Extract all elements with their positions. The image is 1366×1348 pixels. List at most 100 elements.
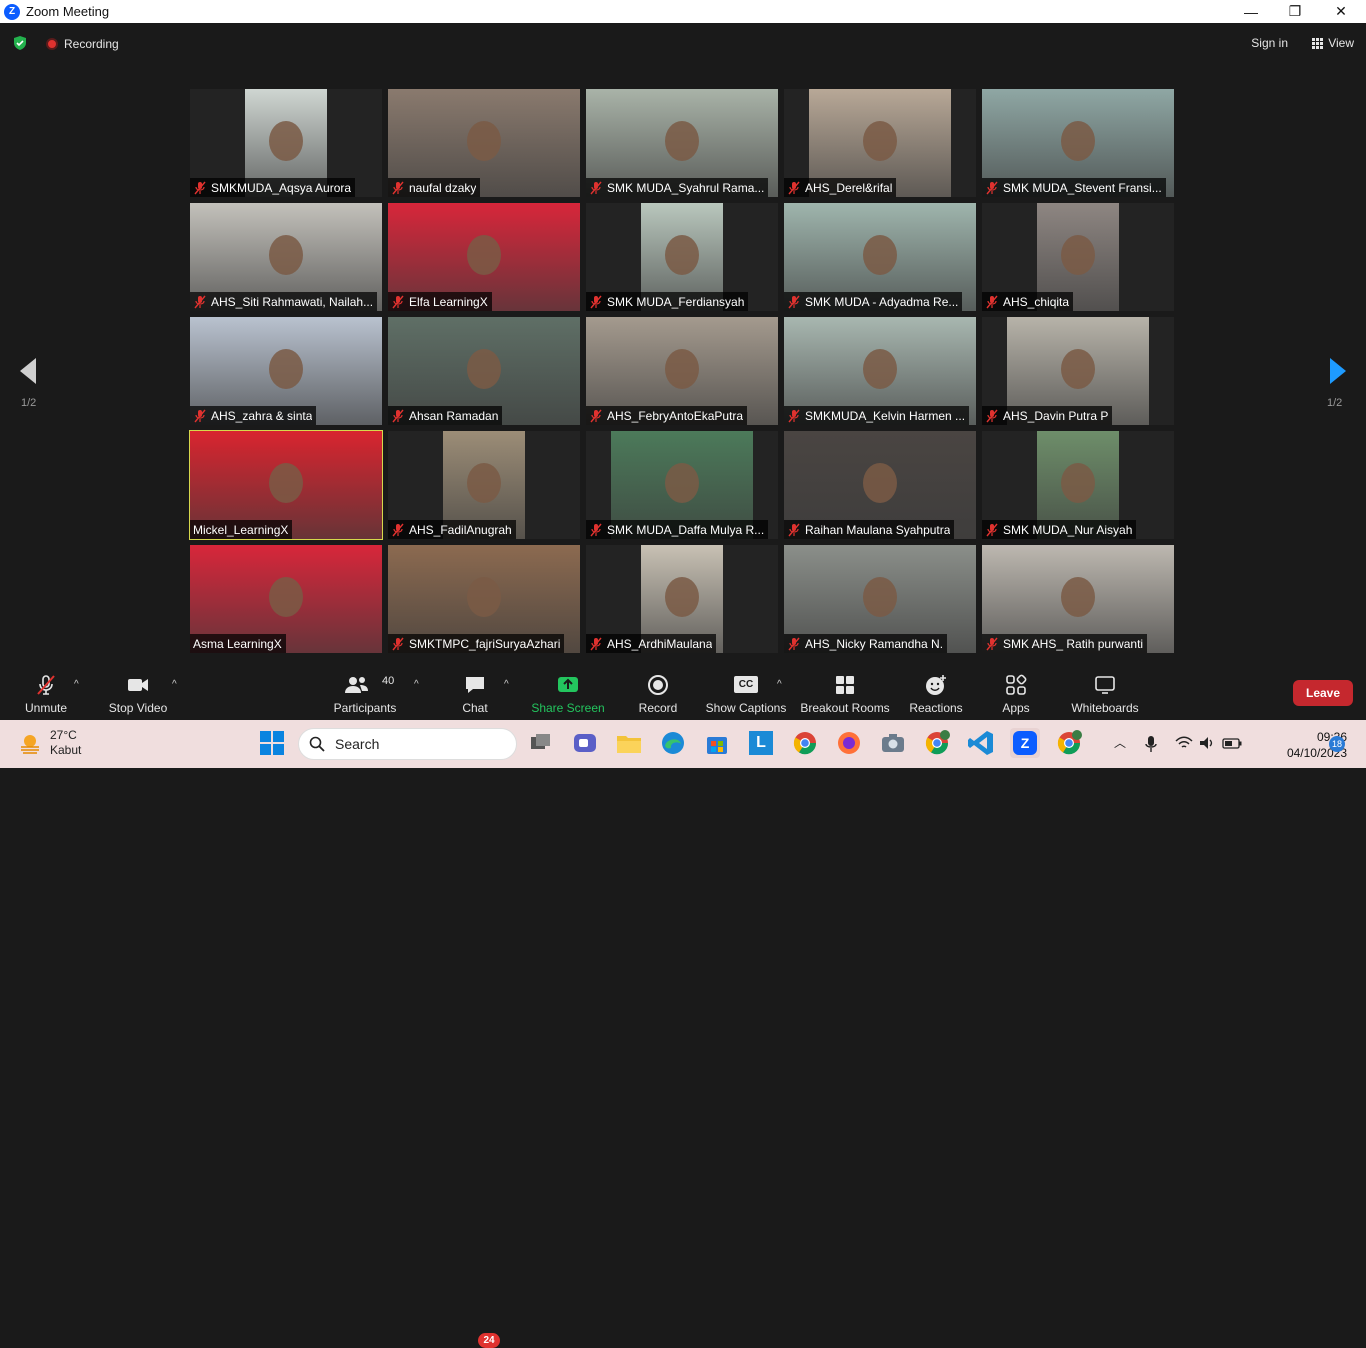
minimize-button[interactable]: — <box>1228 0 1274 23</box>
tray-overflow-chevron-icon[interactable]: ︿ <box>1114 734 1126 751</box>
record-button[interactable]: Record <box>636 665 680 720</box>
restore-button[interactable]: ❐ <box>1272 0 1318 23</box>
participant-silhouette <box>467 463 501 504</box>
breakout-rooms-button[interactable]: Breakout Rooms <box>800 665 890 720</box>
participant-video-tile[interactable]: SMK MUDA - Adyadma Re... <box>784 203 976 311</box>
chrome-browser-icon[interactable] <box>790 728 820 758</box>
microsoft-store-icon[interactable] <box>702 728 732 758</box>
meeting-toolbar: Unmute ^ Stop Video ^ 40 Participants ^ … <box>0 665 1366 1348</box>
participant-video-tile[interactable]: AHS_Derel&rifal <box>784 89 976 197</box>
stop-video-button[interactable]: Stop Video <box>106 665 170 720</box>
participant-name: AHS_Siti Rahmawati, Nailah... <box>211 294 374 309</box>
muted-microphone-icon <box>392 523 404 536</box>
muted-microphone-icon <box>986 181 998 194</box>
participants-options-caret[interactable]: ^ <box>414 679 419 690</box>
participant-name: Mickel_LearningX <box>193 522 289 537</box>
participant-silhouette <box>269 121 303 162</box>
participant-video-tile[interactable]: Mickel_LearningX <box>189 430 383 540</box>
learning-app-icon[interactable]: L <box>746 728 776 758</box>
participant-video-tile[interactable]: SMK MUDA_Daffa Mulya R... <box>586 431 778 539</box>
leave-button[interactable]: Leave <box>1293 680 1353 706</box>
show-captions-button[interactable]: CC Show Captions <box>704 665 788 720</box>
participant-video-tile[interactable]: AHS_chiqita <box>982 203 1174 311</box>
chat-options-caret[interactable]: ^ <box>504 679 509 690</box>
microphone-tray-icon[interactable] <box>1144 735 1158 753</box>
muted-microphone-icon <box>986 295 998 308</box>
participant-name: AHS_Derel&rifal <box>805 180 893 195</box>
close-button[interactable]: ✕ <box>1318 0 1364 23</box>
share-screen-button[interactable]: Share Screen <box>531 665 605 720</box>
participant-video-tile[interactable]: Raihan Maulana Syahputra <box>784 431 976 539</box>
participant-video-tile[interactable]: AHS_Davin Putra P <box>982 317 1174 425</box>
task-view-icon[interactable] <box>526 728 556 758</box>
participant-silhouette <box>1061 235 1095 276</box>
chrome-second-profile-icon[interactable] <box>1054 728 1084 758</box>
participant-name-bar: SMK MUDA_Nur Aisyah <box>982 520 1137 539</box>
video-camera-icon <box>128 679 148 691</box>
participant-video-tile[interactable]: AHS_ArdhiMaulana <box>586 545 778 653</box>
participant-video-tile[interactable]: SMK MUDA_Stevent Fransi... <box>982 89 1174 197</box>
participant-video-tile[interactable]: SMK MUDA_Nur Aisyah <box>982 431 1174 539</box>
search-placeholder: Search <box>335 736 380 752</box>
captions-options-caret[interactable]: ^ <box>777 679 782 690</box>
sign-in-button[interactable]: Sign in <box>1251 36 1288 50</box>
participant-video-tile[interactable]: naufal dzaky <box>388 89 580 197</box>
file-explorer-icon[interactable] <box>614 728 644 758</box>
participant-video-tile[interactable]: Elfa LearningX <box>388 203 580 311</box>
vscode-icon[interactable] <box>966 728 996 758</box>
video-call-app-icon[interactable] <box>570 728 600 758</box>
participant-name: AHS_chiqita <box>1003 294 1070 309</box>
video-options-caret[interactable]: ^ <box>172 679 177 690</box>
participant-name-bar: SMK MUDA_Ferdiansyah <box>586 292 749 311</box>
participant-name-bar: AHS_Siti Rahmawati, Nailah... <box>190 292 378 311</box>
participant-video-tile[interactable]: SMKMUDA_Kelvin Harmen ... <box>784 317 976 425</box>
participant-video-tile[interactable]: AHS_zahra & sinta <box>190 317 382 425</box>
wifi-icon[interactable] <box>1175 736 1193 750</box>
unmute-button[interactable]: Unmute <box>20 665 72 720</box>
recording-indicator[interactable]: Recording <box>46 37 119 51</box>
participants-button[interactable]: 40 Participants <box>332 665 398 720</box>
reactions-button[interactable]: Reactions <box>908 665 964 720</box>
participant-video-tile[interactable]: SMK AHS_ Ratih purwanti <box>982 545 1174 653</box>
participant-video-tile[interactable]: AHS_Siti Rahmawati, Nailah... <box>190 203 382 311</box>
video-gallery: SMKMUDA_Aqsya Aurora naufal dzaky SMK MUDA… <box>189 89 1176 653</box>
taskbar-search-box[interactable]: Search <box>298 728 517 760</box>
chat-unread-badge: 24 <box>478 1333 500 1348</box>
participant-silhouette <box>665 577 699 618</box>
chrome-profile-icon[interactable] <box>922 728 952 758</box>
notification-count-badge[interactable]: 18 <box>1329 736 1345 752</box>
camera-app-icon[interactable] <box>878 728 908 758</box>
audio-options-caret[interactable]: ^ <box>74 679 79 690</box>
participant-video-tile[interactable]: AHS_FebryAntoEkaPutra <box>586 317 778 425</box>
participant-name-bar: SMK MUDA - Adyadma Re... <box>784 292 963 311</box>
chat-button[interactable]: Chat <box>456 665 494 720</box>
participant-video-tile[interactable]: Ahsan Ramadan <box>388 317 580 425</box>
next-page-arrow-icon[interactable] <box>1328 356 1348 386</box>
participant-name-bar: SMK MUDA_Syahrul Rama... <box>586 178 769 197</box>
participant-video-tile[interactable]: SMKMUDA_Aqsya Aurora <box>190 89 382 197</box>
weather-widget[interactable]: 27°C Kabut <box>18 728 81 758</box>
edge-browser-icon[interactable] <box>658 728 688 758</box>
view-button[interactable]: View <box>1312 36 1354 50</box>
apps-button[interactable]: Apps <box>998 665 1034 720</box>
security-shield-icon[interactable] <box>12 35 28 51</box>
participant-name-bar: SMK MUDA_Daffa Mulya R... <box>586 520 769 539</box>
participant-video-tile[interactable]: SMK MUDA_Syahrul Rama... <box>586 89 778 197</box>
windows-start-icon[interactable] <box>257 728 287 758</box>
battery-icon[interactable] <box>1222 738 1242 749</box>
participant-video-tile[interactable]: SMKTMPC_fajriSuryaAzhari <box>388 545 580 653</box>
participant-video-tile[interactable]: SMK MUDA_Ferdiansyah <box>586 203 778 311</box>
previous-page-arrow-icon[interactable] <box>18 356 38 386</box>
participant-video-tile[interactable]: AHS_Nicky Ramandha N. <box>784 545 976 653</box>
participant-video-tile[interactable]: Asma LearningX <box>190 545 382 653</box>
volume-icon[interactable] <box>1199 736 1215 750</box>
participant-name: SMK MUDA_Stevent Fransi... <box>1003 180 1162 195</box>
firefox-browser-icon[interactable] <box>834 728 864 758</box>
participant-video-tile[interactable]: AHS_FadilAnugrah <box>388 431 580 539</box>
participant-name-bar: SMK MUDA_Stevent Fransi... <box>982 178 1166 197</box>
participant-name-bar: Asma LearningX <box>190 634 286 653</box>
whiteboards-button[interactable]: Whiteboards <box>1066 665 1144 720</box>
zoom-app-icon[interactable]: Z <box>1010 728 1040 758</box>
participant-silhouette <box>1061 349 1095 390</box>
participant-name: Ahsan Ramadan <box>409 408 499 423</box>
